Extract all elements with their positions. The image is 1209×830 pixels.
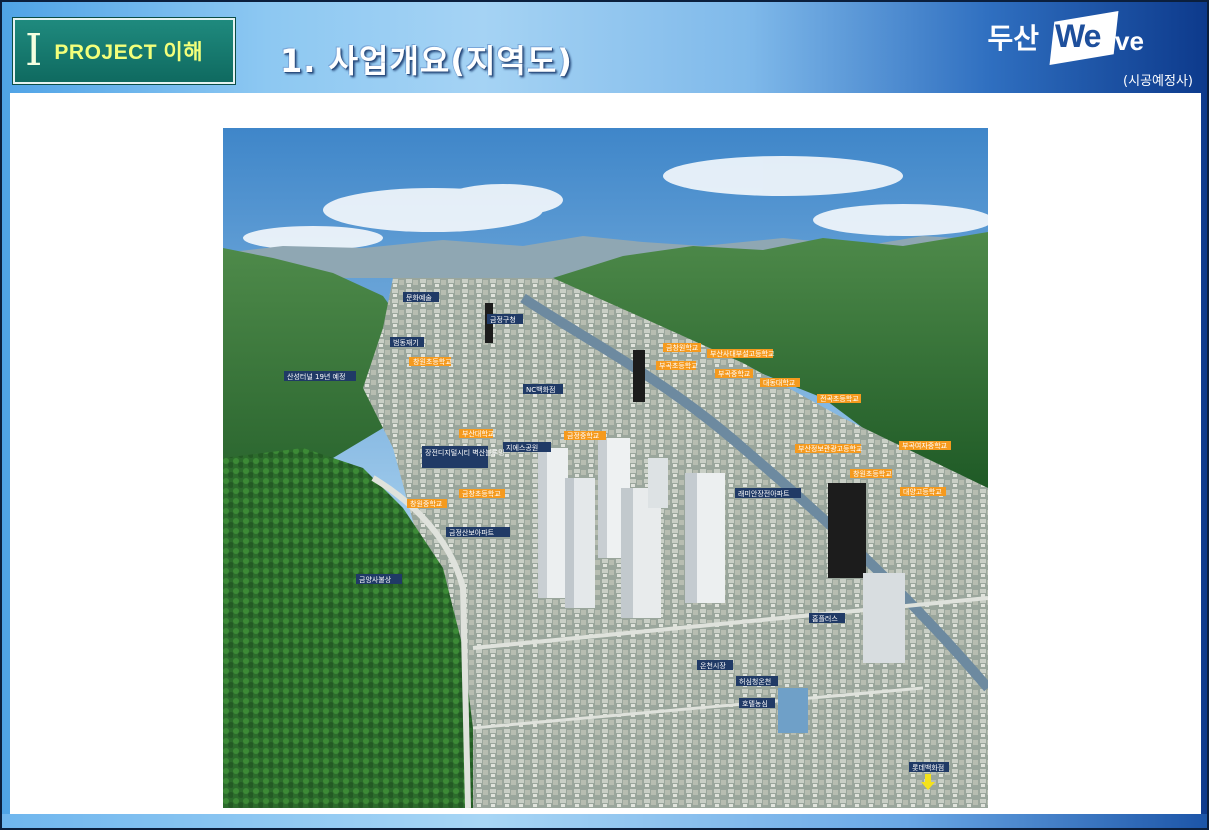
section-label: PROJECT 이해 [54, 41, 204, 64]
map-label-orange: 금창원학교 [663, 343, 701, 352]
map-label-blue: NC백화점 [523, 384, 563, 394]
map-label-blue: 문화예술 [403, 292, 439, 302]
svg-text:장전디지털시티 벽산블루밍: 장전디지털시티 벽산블루밍 [425, 448, 505, 457]
svg-text:금정산보아파트: 금정산보아파트 [449, 528, 495, 537]
map-label-blue: 호텔농심 [739, 698, 775, 708]
svg-text:NC백화점: NC백화점 [526, 385, 555, 394]
map-label-blue: 허심청온천 [736, 676, 778, 686]
svg-text:지에스공원: 지에스공원 [506, 443, 538, 452]
slide: I PROJECT 이해 1. 사업개요(지역도) 두산 We ve (시공예정… [0, 0, 1209, 830]
svg-text:창원초등학교: 창원초등학교 [853, 469, 892, 478]
map-label-blue: 롯데백화점 [909, 762, 949, 772]
map-label-blue: 금정산보아파트 [446, 527, 510, 537]
map-label-blue: 온천시장 [697, 660, 733, 670]
map-label-orange: 부곡초등학교 [656, 361, 698, 370]
weve-logo-mark: We ve [1045, 10, 1149, 66]
office-tower [863, 573, 905, 663]
svg-text:산성터널 19년 예정: 산성터널 19년 예정 [287, 372, 345, 381]
svg-text:부곡중학교: 부곡중학교 [718, 369, 751, 378]
svg-text:대동대학교: 대동대학교 [763, 378, 796, 387]
svg-text:롯데백화점: 롯데백화점 [912, 763, 944, 772]
doosan-weve-logo: 두산 We ve [987, 10, 1149, 66]
map-label-orange: 전곡초등학교 [817, 394, 861, 403]
section-roman-numeral: I [25, 25, 43, 76]
logo-brand-we: We [1055, 18, 1101, 54]
hotel-building [778, 688, 808, 733]
map-label-blue: 래미안장전아파트 [735, 488, 801, 498]
bottom-bar [2, 814, 1207, 828]
content-panel: 창원초등학교 부산대학교 금정중학교 금창초등학교 창원중학교 금창원학교 부산… [10, 93, 1201, 817]
svg-text:부곡여자중학교: 부곡여자중학교 [902, 441, 948, 450]
svg-text:온천시장: 온천시장 [700, 661, 726, 670]
map-label-orange: 창원중학교 [407, 499, 447, 508]
map-label-orange: 대동대학교 [760, 378, 800, 387]
logo-brand-korean: 두산 [987, 22, 1039, 55]
map-label-blue: 금양사불상 [356, 574, 402, 584]
map-label-orange: 창원초등학교 [850, 469, 892, 478]
map-label-orange: 부산사대부설고등학교 [707, 349, 775, 358]
svg-text:금창원학교: 금창원학교 [666, 343, 699, 352]
svg-text:금양사불상: 금양사불상 [359, 575, 392, 584]
map-label-orange: 금정중학교 [564, 431, 606, 440]
aerial-district-map: 창원초등학교 부산대학교 금정중학교 금창초등학교 창원중학교 금창원학교 부산… [223, 128, 988, 808]
svg-text:부곡초등학교: 부곡초등학교 [659, 361, 698, 370]
svg-text:허심청온천: 허심청온천 [739, 677, 771, 686]
map-label-blue: 금정구청 [487, 314, 523, 324]
svg-text:전곡초등학교: 전곡초등학교 [820, 394, 859, 403]
svg-text:금정중학교: 금정중학교 [567, 431, 600, 440]
map-label-orange: 부산정보관광고등학교 [795, 444, 863, 453]
map-label-orange: 부곡여자중학교 [899, 441, 951, 450]
map-label-orange: 부곡중학교 [715, 369, 753, 378]
map-label-orange: 대양고등학교 [900, 487, 946, 496]
map-label-blue: 범동재기 [390, 337, 424, 347]
svg-text:문화예술: 문화예술 [406, 293, 432, 302]
map-label-orange: 창원초등학교 [409, 357, 452, 366]
svg-text:부산사대부설고등학교: 부산사대부설고등학교 [710, 349, 775, 358]
svg-text:창원초등학교: 창원초등학교 [413, 357, 452, 366]
map-label-blue: 홈플러스 [809, 613, 845, 623]
svg-text:창원중학교: 창원중학교 [410, 499, 443, 508]
map-label-blue: 산성터널 19년 예정 [284, 371, 356, 381]
svg-text:범동재기: 범동재기 [393, 338, 419, 347]
map-label-orange: 금창초등학교 [459, 489, 505, 498]
section-badge: I PROJECT 이해 [12, 17, 236, 85]
svg-text:부산대학교: 부산대학교 [462, 429, 495, 438]
svg-text:홈플러스: 홈플러스 [812, 614, 838, 623]
svg-text:금정구청: 금정구청 [490, 315, 516, 324]
page-title: 1. 사업개요(지역도) [280, 42, 573, 80]
svg-text:호텔농심: 호텔농심 [742, 699, 768, 708]
svg-text:부산정보관광고등학교: 부산정보관광고등학교 [798, 444, 863, 453]
map-label-orange: 부산대학교 [459, 429, 495, 438]
svg-text:래미안장전아파트: 래미안장전아파트 [738, 489, 790, 498]
svg-text:대양고등학교: 대양고등학교 [903, 487, 942, 496]
map-label-blue: 지에스공원 [503, 442, 551, 452]
logo-subtitle: (시공예정사) [1123, 74, 1193, 89]
logo-brand-ve: ve [1115, 26, 1144, 56]
svg-text:금창초등학교: 금창초등학교 [462, 489, 501, 498]
